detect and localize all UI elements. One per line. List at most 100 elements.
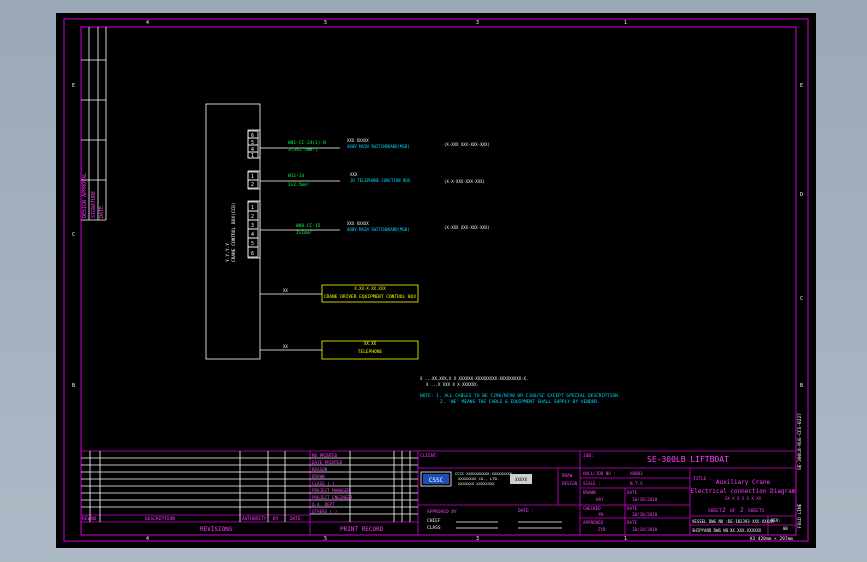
print-record-item: CLASS ( ) — [312, 481, 335, 486]
terminal: 2 — [251, 214, 254, 220]
terminal: 1 — [251, 153, 254, 159]
hull-label: HULL/JOB NO : — [583, 471, 616, 476]
rev-col-by: BY — [273, 516, 279, 522]
rev-col-date: DATE — [290, 516, 301, 522]
dest-desc: JB TELEPHONE JUNCTION BOX — [350, 178, 411, 183]
checked-name: YN — [598, 512, 604, 517]
zone-top-3: 3 — [476, 20, 479, 26]
shipyard-value: XX.XXX.XXXXXX — [730, 528, 762, 533]
print-record-item: REASON — [312, 467, 328, 472]
print-record-item: OTHERS ( ) — [312, 509, 337, 514]
right-strip-fold: FOLD LINE — [797, 503, 803, 528]
design-col-design: DESIGN — [562, 481, 578, 486]
box-tag: X.XX-X-XX.XXX — [354, 286, 386, 291]
sheet-size-note: A3 420mm × 297mm — [750, 536, 794, 542]
zone-left-3: B — [72, 383, 75, 389]
approved-name: ZYB — [598, 527, 606, 532]
terminal: 4 — [251, 232, 254, 238]
print-record-item: DATE PRINTED — [312, 460, 343, 465]
dest-desc: 400V MAIN SWITCHBOARD(MSB) — [347, 227, 410, 232]
approved-by-label: APPROVED BY — [427, 509, 457, 515]
note-0: X ...XX,XXX,X X XXXXXX-XXXXXXXXX-XXXXXXX… — [420, 376, 528, 381]
ccb-tag: Y.Y.Y.Y — [225, 243, 231, 262]
sheets-label: SHEETS — [748, 508, 765, 514]
note-1: NOTE: 1. ALL CABLES TO BE CJ96/NC90 OR C… — [420, 393, 620, 399]
terminal: 5 — [251, 140, 254, 146]
rev-col-authority: AUTHORITY — [242, 516, 267, 522]
dest-code: XXX XXXXX — [347, 138, 369, 143]
zone-bottom-3: 3 — [476, 536, 479, 542]
rev-col-rev: REV — [82, 516, 90, 522]
rev-col-no: NO — [91, 516, 97, 522]
drawn-label: DRAWN — [583, 490, 596, 495]
strip-design-approval: DESIGN APPROVAL — [82, 173, 88, 218]
approved-label: APPROVED — [583, 520, 604, 525]
print-record-item: PROJECT ENGINEER — [312, 495, 353, 500]
zone-top-1: 4 — [146, 20, 149, 26]
drawing-title-3: XX X X X X X XX — [725, 496, 762, 501]
dest-code: XXX XXXXX — [347, 221, 369, 226]
ccb-label: CRANE CONTROL BOX(CCB) — [231, 202, 237, 262]
cable-spec: 3(3x2.5mm²) — [288, 147, 318, 153]
rev-label: REV: — [771, 518, 781, 523]
zone-bottom-4: 1 — [624, 536, 627, 542]
zone-right-3: C — [800, 296, 803, 302]
company-line3: XXXXXXX XXXXXXXX — [458, 481, 495, 486]
dest-desc: 400V MAIN SWITCHBOARD(MSB) — [347, 144, 410, 149]
scale-label: SCALE : — [583, 481, 601, 486]
terminal: 6 — [251, 133, 254, 139]
wire-tag: XX — [283, 344, 288, 349]
box-tag: XX.XX — [364, 341, 377, 346]
checked-date-label: DATE — [627, 506, 638, 511]
sheet-total: 2 — [740, 507, 744, 514]
right-strip-dwg: SE-300LB-RUG-CCS-0227 — [797, 413, 803, 470]
sheet-of: OF — [730, 508, 736, 514]
approval-date-label: DATE : — [518, 508, 534, 514]
cad-viewport[interactable]: 4 5 3 1 4 5 3 1 E C B E D C B DESIGN APP… — [0, 0, 867, 562]
print-record-item: Q.A. DEPT — [312, 502, 335, 507]
wire-tag: XX — [283, 288, 288, 293]
job-value: SE-300LB LIFTBOAT — [647, 455, 729, 464]
drawn-date: 10/18/2010 — [632, 497, 658, 502]
drawing-sheet: 4 5 3 1 4 5 3 1 E C B E D C B DESIGN APP… — [56, 13, 816, 548]
zone-right-2: D — [800, 192, 803, 198]
dest-code: XXX — [350, 172, 358, 177]
terminal: 5 — [251, 241, 254, 247]
checked-date: 10/18/2010 — [632, 512, 658, 517]
drawn-name: HAY — [596, 497, 604, 502]
zone-left-2: C — [72, 232, 75, 238]
revisions-footer: REVISIONS — [200, 526, 233, 533]
vessel-value: DE-182393-XXX-XXXXX — [728, 519, 774, 524]
sheet-label: SHEET — [708, 508, 722, 514]
print-record-item: PROJECT MANAGER — [312, 488, 350, 493]
zone-bottom-1: 4 — [146, 536, 149, 542]
terminal: 6 — [251, 251, 254, 257]
cable-id: W01-CC-24(1)-B — [288, 140, 326, 146]
drawing-title-1: Auxiliary Crane — [716, 479, 771, 486]
cable-spec: 2x1mm² — [296, 230, 312, 236]
dest-ref: (X-XXX XXX-XXX-XXX) — [444, 142, 490, 147]
zone-right-1: E — [800, 83, 803, 89]
dest-ref: (X-X-XXX-XXX-XXX) — [444, 179, 485, 184]
cable-id: W08-CC-15 — [296, 223, 321, 229]
zone-top-4: 1 — [624, 20, 627, 26]
cable-id: W11-14 — [288, 173, 305, 179]
drawing-title-2: Electrical connection Diagram — [691, 488, 796, 495]
client-label: CLIENT: — [420, 453, 439, 459]
checked-label: CHECKED — [583, 506, 601, 511]
title-label: TITLE : — [693, 476, 712, 482]
strip-signature: SIGNATURE — [91, 191, 97, 218]
cable-spec: 2x2.5mm² — [288, 182, 310, 188]
dest-ref: (X-XXX XXX-XXX-XXX) — [444, 225, 490, 230]
strip-date: DATE — [99, 206, 105, 218]
chief-label: CHIEF — [427, 518, 441, 524]
zone-top-2: 5 — [324, 20, 327, 26]
hull-value: H4003 — [630, 471, 643, 476]
drawn-date-label: DATE — [627, 490, 638, 495]
print-record-item: NO PRINTED — [312, 453, 338, 458]
approved-date: 10/18/2010 — [632, 527, 658, 532]
sheet-no: 2 — [722, 507, 726, 514]
zone-left-1: E — [72, 83, 75, 89]
partner-logo-text: XXXXX — [515, 477, 528, 482]
rev-value: 00 — [783, 526, 788, 531]
